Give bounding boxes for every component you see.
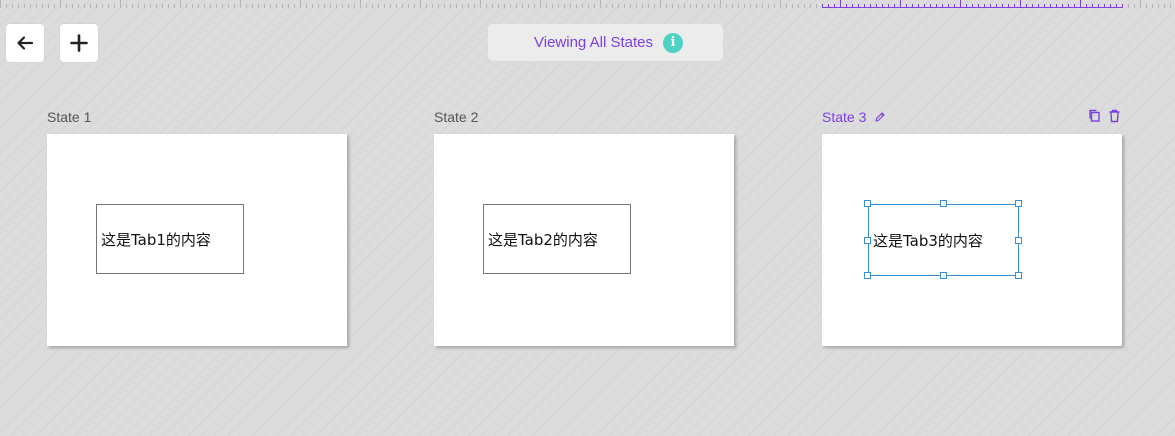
tab-content-box[interactable]: 这是Tab1的内容 (96, 204, 244, 274)
resize-handle-bottom-left[interactable] (864, 272, 871, 279)
resize-handle-bottom[interactable] (940, 272, 947, 279)
resize-handle-top-left[interactable] (864, 200, 871, 207)
state-label-text: State 3 (822, 109, 867, 125)
plus-icon (70, 34, 88, 52)
pencil-icon[interactable] (874, 111, 886, 123)
info-icon[interactable]: i (662, 32, 683, 53)
state-1-label[interactable]: State 1 (47, 109, 91, 125)
state-label-text: State 1 (47, 109, 92, 125)
selected-tab-content-box[interactable]: 这是Tab3的内容 (868, 204, 1019, 276)
trash-icon[interactable] (1108, 109, 1121, 123)
add-state-button[interactable] (60, 24, 98, 62)
status-text: Viewing All States (534, 34, 653, 51)
state-3-label[interactable]: State 3 (822, 109, 886, 125)
resize-handle-right[interactable] (1015, 237, 1022, 244)
tab-content-box[interactable]: 这是Tab2的内容 (483, 204, 631, 274)
tab-content-text: 这是Tab3的内容 (873, 231, 983, 250)
arrow-left-icon (17, 36, 34, 50)
state-label-text: State 2 (434, 109, 479, 125)
resize-handle-top[interactable] (940, 200, 947, 207)
state-2-label[interactable]: State 2 (434, 109, 478, 125)
resize-handle-left[interactable] (864, 237, 871, 244)
state-1-canvas[interactable]: 这是Tab1的内容 (47, 134, 347, 346)
back-button[interactable] (6, 24, 44, 62)
state-3-canvas[interactable]: 这是Tab3的内容 (822, 134, 1122, 346)
state-3-actions (1088, 109, 1121, 123)
resize-handle-top-right[interactable] (1015, 200, 1022, 207)
top-ruler (0, 0, 1171, 8)
state-2-canvas[interactable]: 这是Tab2的内容 (434, 134, 734, 346)
duplicate-icon[interactable] (1088, 109, 1101, 123)
resize-handle-bottom-right[interactable] (1015, 272, 1022, 279)
view-status: Viewing All States i (488, 24, 723, 61)
